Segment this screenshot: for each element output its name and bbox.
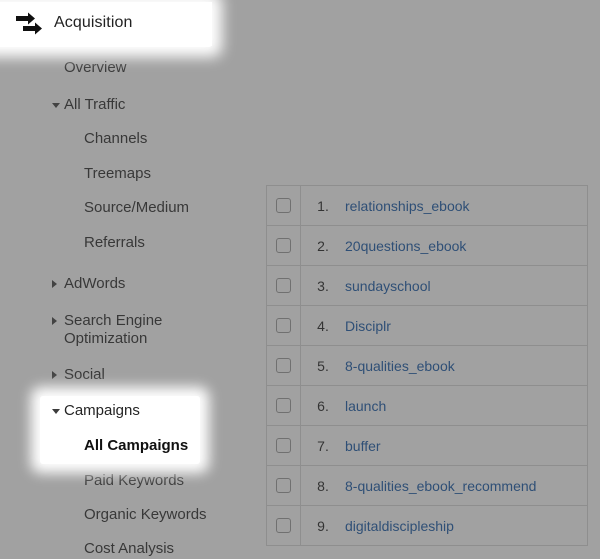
sidebar-item-label: Social (64, 366, 105, 383)
row-index: 2. (317, 237, 329, 254)
sidebar-item-label: Paid Keywords (84, 472, 185, 489)
sidebar-item-label: Campaigns (64, 402, 140, 419)
campaign-name-link[interactable]: Disciplr (345, 318, 391, 334)
row-checkbox-cell[interactable] (267, 266, 301, 305)
campaign-name-link[interactable]: 20questions_ebook (345, 238, 466, 254)
row-index: 5. (317, 357, 329, 374)
chevron-right-icon (52, 317, 57, 325)
row-checkbox-cell[interactable] (267, 386, 301, 425)
row-checkbox-cell[interactable] (267, 346, 301, 385)
sidebar-item-campaigns[interactable]: Campaigns (52, 402, 140, 420)
chevron-down-icon (52, 409, 60, 414)
row-index: 3. (317, 277, 329, 294)
campaign-name-link[interactable]: 8-qualities_ebook_recommend (345, 478, 536, 494)
campaign-name-link[interactable]: 8-qualities_ebook (345, 358, 455, 374)
row-checkbox-cell[interactable] (267, 186, 301, 225)
sidebar-item-label: Cost Analysis (84, 540, 175, 557)
sidebar-item-paid-keywords[interactable]: Paid Keywords (84, 472, 184, 490)
sidebar-item-channels[interactable]: Channels (84, 130, 147, 148)
campaign-name-link[interactable]: launch (345, 398, 386, 414)
row-index: 9. (317, 517, 329, 534)
table-row: 8. 8-qualities_ebook_recommend (267, 466, 587, 506)
campaign-name-link[interactable]: buffer (345, 438, 381, 454)
sidebar-item-label: Overview (64, 59, 127, 76)
row-checkbox[interactable] (276, 238, 291, 253)
table-row: 6. launch (267, 386, 587, 426)
table-row: 4. Disciplr (267, 306, 587, 346)
sidebar-item-label: Organic Keywords (84, 506, 207, 523)
row-checkbox-cell[interactable] (267, 466, 301, 505)
sidebar-item-optimization[interactable]: Optimization (64, 330, 147, 348)
sidebar-item-all-traffic[interactable]: All Traffic (52, 96, 126, 114)
sidebar-item-treemaps[interactable]: Treemaps (84, 165, 151, 183)
sidebar-item-search-engine[interactable]: Search Engine (52, 312, 163, 330)
sidebar-item-overview[interactable]: Overview (64, 59, 127, 77)
all-campaigns-table: 1. relationships_ebook 2. 20questions_ebook… (266, 185, 588, 546)
chevron-right-icon (52, 371, 57, 379)
row-checkbox-cell[interactable] (267, 426, 301, 465)
sidebar-item-label: Channels (84, 130, 148, 147)
chevron-right-icon (52, 280, 57, 288)
table-row: 2. 20questions_ebook (267, 226, 587, 266)
sidebar-item-referrals[interactable]: Referrals (84, 234, 145, 252)
row-checkbox-cell[interactable] (267, 306, 301, 345)
sidebar-section-acquisition[interactable]: Acquisition (0, 0, 212, 46)
row-checkbox[interactable] (276, 278, 291, 293)
sidebar-item-source-medium[interactable]: Source/Medium (84, 199, 189, 217)
sidebar-item-cost-analysis[interactable]: Cost Analysis (84, 540, 174, 558)
campaign-name-link[interactable]: relationships_ebook (345, 198, 470, 214)
sidebar-item-label: AdWords (64, 275, 126, 292)
sidebar-item-label: Search Engine (64, 312, 163, 329)
campaign-name-link[interactable]: sundayschool (345, 278, 431, 294)
campaign-name-link[interactable]: digitaldiscipleship (345, 518, 454, 534)
sidebar-section-title: Acquisition (54, 14, 133, 31)
row-checkbox[interactable] (276, 358, 291, 373)
row-checkbox[interactable] (276, 318, 291, 333)
row-checkbox[interactable] (276, 478, 291, 493)
row-index: 7. (317, 437, 329, 454)
row-checkbox-cell[interactable] (267, 506, 301, 545)
sidebar-item-social[interactable]: Social (52, 366, 105, 384)
row-checkbox[interactable] (276, 198, 291, 213)
sidebar-item-adwords[interactable]: AdWords (52, 275, 126, 293)
acquisition-arrows-icon (14, 11, 50, 37)
table-row: 5. 8-qualities_ebook (267, 346, 587, 386)
sidebar-item-label: Referrals (84, 234, 145, 251)
table-row: 9. digitaldiscipleship (267, 506, 587, 546)
row-checkbox-cell[interactable] (267, 226, 301, 265)
table-row: 7. buffer (267, 426, 587, 466)
row-index: 1. (317, 197, 329, 214)
row-checkbox[interactable] (276, 438, 291, 453)
table-row: 3. sundayschool (267, 266, 587, 306)
row-index: 4. (317, 317, 329, 334)
row-index: 6. (317, 397, 329, 414)
sidebar-item-label: All Traffic (64, 96, 126, 113)
chevron-down-icon (52, 103, 60, 108)
sidebar-item-label: All Campaigns (84, 437, 189, 454)
sidebar-item-organic-keywords[interactable]: Organic Keywords (84, 506, 207, 524)
analytics-app: Acquisition Overview All Traffic Channels T… (0, 0, 600, 559)
sidebar-item-label: Source/Medium (84, 199, 190, 216)
sidebar-item-label: Treemaps (84, 165, 151, 182)
screenshot-root: Acquisition Overview All Traffic Channels T… (0, 0, 600, 559)
sidebar-item-label: Optimization (64, 330, 148, 347)
row-checkbox[interactable] (276, 398, 291, 413)
sidebar-item-all-campaigns[interactable]: All Campaigns (84, 437, 188, 455)
table-row: 1. relationships_ebook (267, 186, 587, 226)
acquisition-sidebar: Acquisition Overview All Traffic Channels T… (0, 0, 266, 559)
row-index: 8. (317, 477, 329, 494)
row-checkbox[interactable] (276, 518, 291, 533)
